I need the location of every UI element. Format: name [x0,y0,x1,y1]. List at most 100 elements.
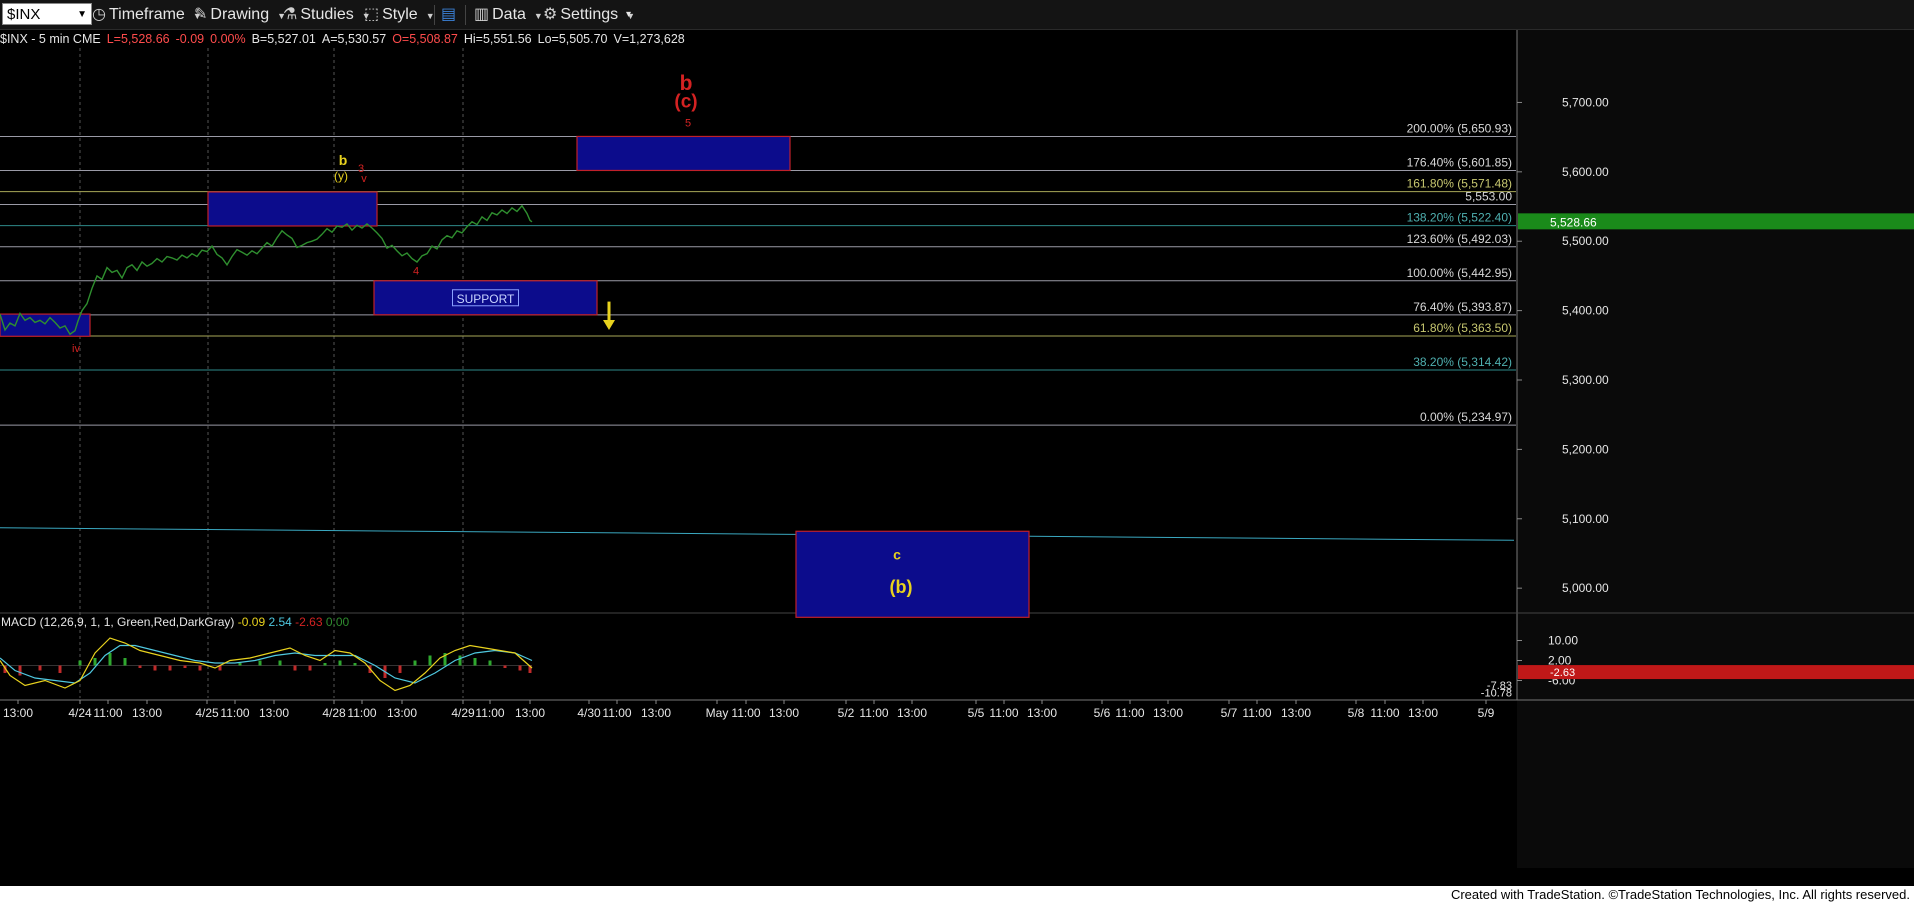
layout-icon: ▤ [441,6,457,23]
zone-d[interactable] [795,530,1030,618]
toolbar-separator [465,5,466,25]
settings-label: Settings [560,6,619,23]
time-tick-label: 13:00 [1027,706,1057,720]
zone-c[interactable] [576,135,791,172]
studies-button[interactable]: ⚗ Studies ▼ [283,4,371,26]
fib-level-label: 76.40% (5,393.87) [1413,300,1512,314]
wave-label: v [361,173,367,185]
time-tick-label: 5/2 [838,706,855,720]
data-button[interactable]: ▥ Data ▼ [474,4,543,26]
flask-icon: ⚗ [283,6,298,23]
wave-label: 4 [413,266,419,278]
macd-histogram-bar [323,663,327,666]
price-tick-label: 5,200.00 [1562,442,1609,456]
price-tick-label: 5,600.00 [1562,165,1609,179]
price-tick-label: 5,100.00 [1562,512,1609,526]
price-chart[interactable]: 5,700.00 5,600.00 5,500.00 5,400.00 5,300.00… [0,30,1914,886]
fib-level-label: 100.00% (5,442.95) [1407,266,1512,280]
current-price-label: 5,528.66 [1550,215,1597,229]
drawing-button[interactable]: ✎ Drawing ▼ [194,4,286,26]
wave-label: b [339,152,348,168]
macd-histogram-bar [58,665,62,673]
time-tick-label: 4/28 [322,706,346,720]
time-tick-label: 13:00 [387,706,417,720]
time-tick-label: 11:00 [475,706,504,720]
wave-label: c [893,547,901,563]
macd-histogram-bar [183,665,187,668]
time-tick-label: 11:00 [989,706,1018,720]
toolbar-separator [434,5,435,25]
data-label: Data [492,6,526,23]
price-tick-label: 5,700.00 [1562,95,1609,109]
macd-histogram-bar [168,665,172,671]
time-tick-label: 13:00 [3,706,33,720]
macd-histogram-bar [38,665,42,671]
macd-histogram-bar [93,658,97,666]
data-icon: ▥ [474,6,490,23]
zone-b[interactable] [207,191,378,227]
macd-histogram-bar [398,665,402,673]
drawing-label: Drawing [210,6,270,23]
style-icon: ⬚ [364,6,380,23]
timeframe-label: Timeframe [108,6,185,23]
time-tick-label: 13:00 [769,706,799,720]
time-tick-label: 13:00 [1153,706,1183,720]
time-tick-label: May [706,706,729,720]
fib-level-label: 123.60% (5,492.03) [1407,232,1512,246]
time-tick-label: 13:00 [259,706,289,720]
time-tick-label: 13:00 [1281,706,1311,720]
style-label: Style [382,6,418,23]
symbol-text: $INX [7,6,41,23]
time-tick-label: 5/8 [1348,706,1365,720]
macd-histogram-bar [258,660,262,666]
wave-label: iv [72,343,80,355]
macd-label: MACD (12,26,9, 1, 1, Green,Red,DarkGray)… [1,615,350,629]
clock-icon: ◷ [92,6,106,23]
time-tick-label: 13:00 [515,706,545,720]
wave-label: (y) [334,169,348,183]
price-tick-label: 5,300.00 [1562,373,1609,387]
style-button[interactable]: ⬚ Style ▼ [364,4,435,26]
time-tick-label: 13:00 [897,706,927,720]
macd-value-label: -10.78 [1481,687,1512,699]
layout-button[interactable]: ▤ [441,4,459,26]
macd-histogram-bar [353,663,357,666]
time-tick-label: 11:00 [93,706,122,720]
price-tick-label: 5,500.00 [1562,234,1609,248]
macd-histogram-bar [308,665,312,671]
macd-histogram-bar [518,665,522,671]
time-tick-label: 11:00 [347,706,376,720]
time-tick-label: 11:00 [602,706,631,720]
time-tick-label: 4/29 [451,706,475,720]
time-tick-label: 11:00 [1115,706,1144,720]
time-tick-label: 11:00 [220,706,249,720]
time-tick-label: 11:00 [1242,706,1271,720]
symbol-dropdown-icon[interactable]: ▼ [77,4,87,26]
footer: Created with TradeStation. ©TradeStation… [0,886,1914,904]
symbol-input[interactable]: $INX ▼ [2,3,92,25]
fib-level-label: 0.00% (5,234.97) [1420,410,1512,424]
time-tick-label: 11:00 [859,706,888,720]
macd-histogram-bar [488,660,492,666]
time-tick-label: 5/9 [1478,706,1495,720]
settings-button[interactable]: ⚙ Settings ▼ [543,4,635,26]
fib-level-label: 176.40% (5,601.85) [1407,156,1512,170]
price-tick-label: 5,400.00 [1562,304,1609,318]
macd-histogram-bar [198,665,202,671]
macd-histogram-bar [123,658,127,666]
macd-histogram-bar [108,653,112,666]
timeframe-button[interactable]: ◷ Timeframe ▼ [92,4,202,26]
macd-histogram-bar [458,655,462,666]
macd-tick-label: 10.00 [1548,634,1578,648]
studies-label: Studies [300,6,354,23]
macd-histogram-bar [278,660,282,666]
time-tick-label: 13:00 [1408,706,1438,720]
macd-histogram-bar [18,665,22,676]
macd-histogram-bar [338,660,342,666]
time-tick-label: 13:00 [641,706,671,720]
fib-level-label: 138.20% (5,522.40) [1407,211,1512,225]
fib-level-label: 61.80% (5,363.50) [1413,321,1512,335]
fib-level-label: 5,553.00 [1465,189,1512,203]
toolbar-overflow-icon[interactable]: ▾ [626,4,631,26]
wave-label: (c) [674,91,697,112]
